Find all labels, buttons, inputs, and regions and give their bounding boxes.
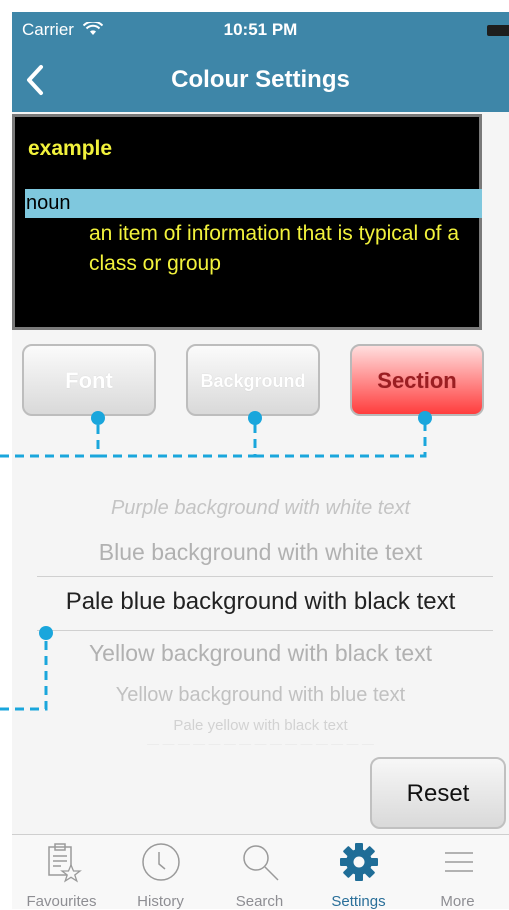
picker-option[interactable]: Blue background with white text <box>12 539 509 566</box>
picker-option[interactable]: Purple background with white text <box>12 497 509 520</box>
tab-more[interactable]: More <box>408 835 507 910</box>
colour-preview: example noun an item of information that… <box>12 114 482 330</box>
clock-icon <box>142 843 180 881</box>
font-button[interactable]: Font <box>22 344 156 416</box>
picker-option[interactable]: Pale yellow with black text <box>12 717 509 734</box>
battery-icon <box>487 25 509 36</box>
picker-option-faded: — — — — — — — — — — — — — — — <box>147 740 374 748</box>
preview-word: example <box>28 137 113 160</box>
tab-label: Settings <box>331 893 386 910</box>
picker-divider <box>37 630 493 631</box>
gear-icon <box>340 843 378 881</box>
section-button[interactable]: Section <box>350 344 484 416</box>
clipboard-star-icon <box>48 843 82 883</box>
preview-part-of-speech: noun <box>25 189 482 218</box>
tab-label: More <box>440 893 475 910</box>
tab-bar: Favourites History Search Settings More <box>12 834 509 910</box>
tab-settings[interactable]: Settings <box>309 835 408 910</box>
tab-history[interactable]: History <box>111 835 210 910</box>
picker-selected-option[interactable]: Pale blue background with black text <box>12 588 509 616</box>
page-title: Colour Settings <box>171 66 350 93</box>
tab-label: Favourites <box>26 893 97 910</box>
picker-option[interactable]: Yellow background with blue text <box>12 684 509 707</box>
tab-favourites[interactable]: Favourites <box>12 835 111 910</box>
status-bar: Carrier 10:51 PM <box>12 12 509 48</box>
list-icon <box>445 852 473 872</box>
reset-button[interactable]: Reset <box>370 757 506 829</box>
picker-option[interactable]: Yellow background with black text <box>12 640 509 667</box>
tab-search[interactable]: Search <box>210 835 309 910</box>
navigation-bar: Colour Settings <box>12 48 509 112</box>
tab-label: Search <box>235 893 284 910</box>
preview-definition: an item of information that is typical o… <box>89 222 460 275</box>
background-button[interactable]: Background <box>186 344 320 416</box>
picker-divider <box>37 576 493 577</box>
status-time: 10:51 PM <box>223 20 298 39</box>
magnifier-icon <box>243 845 279 881</box>
tab-label: History <box>137 893 184 910</box>
